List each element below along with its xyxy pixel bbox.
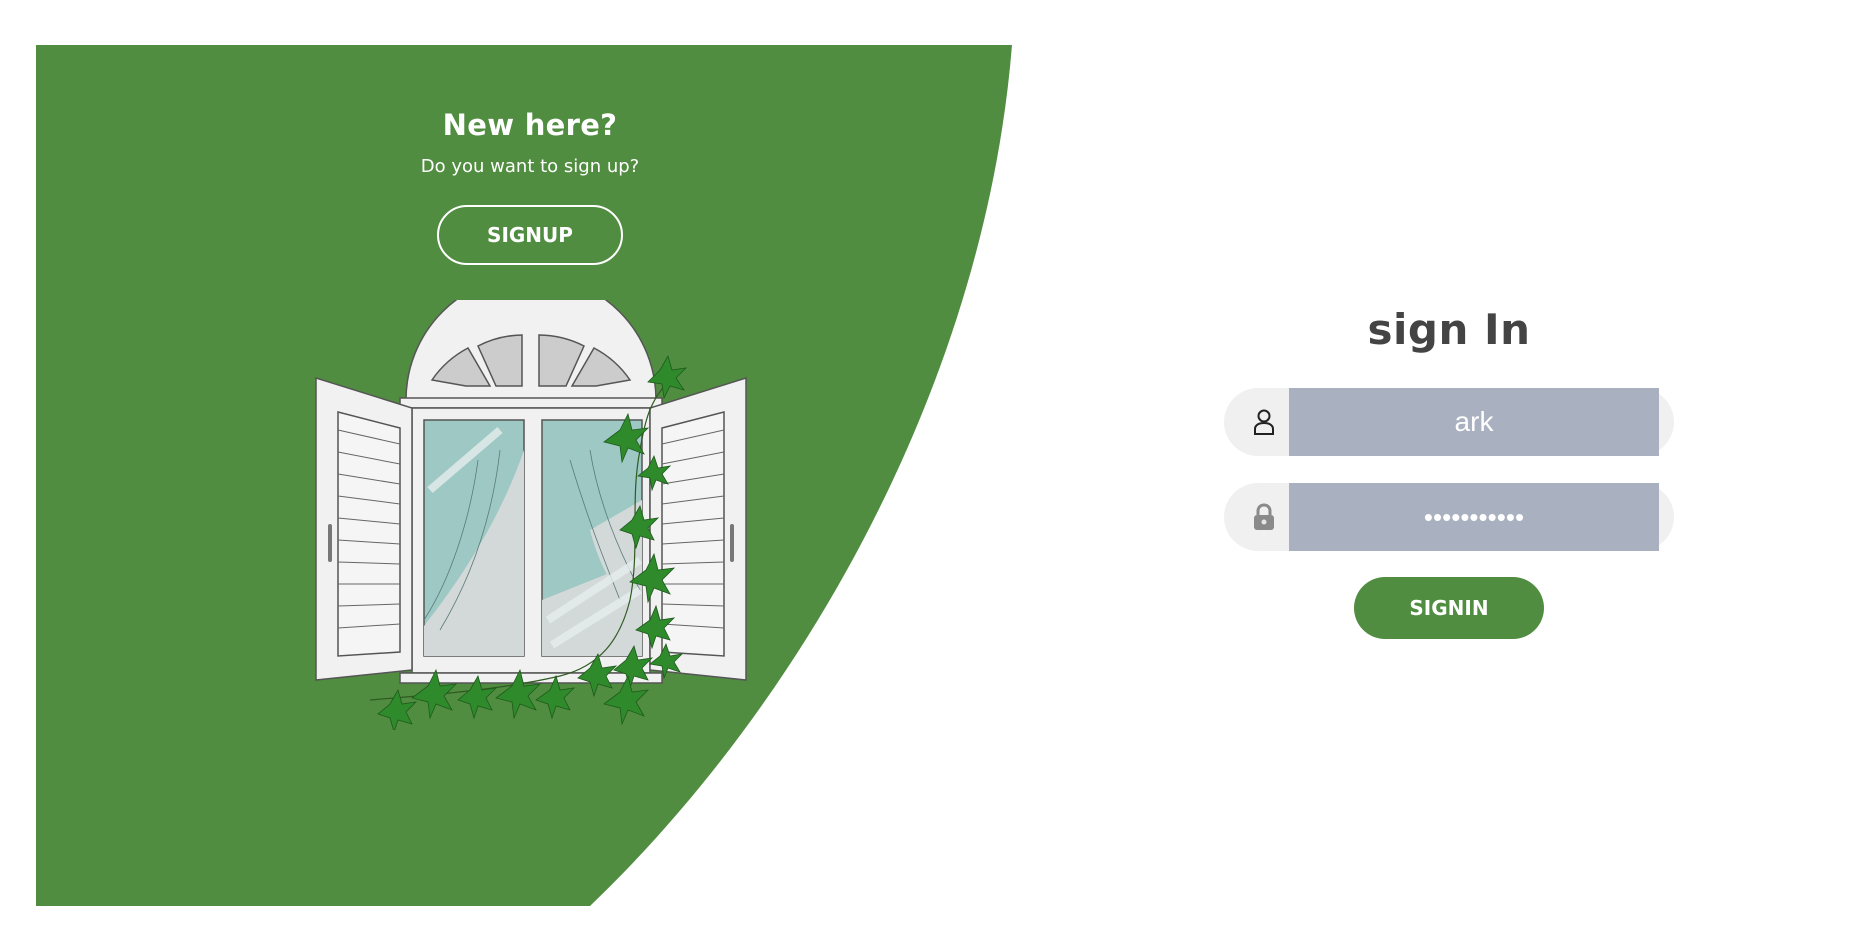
user-icon <box>1246 404 1282 440</box>
form-title: sign In <box>1367 305 1531 354</box>
panel-subtitle: Do you want to sign up? <box>420 156 640 177</box>
signup-button[interactable]: SIGNUP <box>437 205 623 265</box>
welcome-panel: New here? Do you want to sign up? SIGNUP <box>380 92 680 265</box>
panel-title: New here? <box>442 108 618 142</box>
signin-form: sign In SIGNIN <box>1224 300 1674 639</box>
password-input[interactable] <box>1289 483 1659 551</box>
lock-icon <box>1246 499 1282 535</box>
window-with-ivy-illustration <box>315 300 747 730</box>
password-field <box>1224 483 1674 551</box>
username-input[interactable] <box>1289 388 1659 456</box>
signin-button[interactable]: SIGNIN <box>1354 577 1544 639</box>
username-field <box>1224 388 1674 456</box>
